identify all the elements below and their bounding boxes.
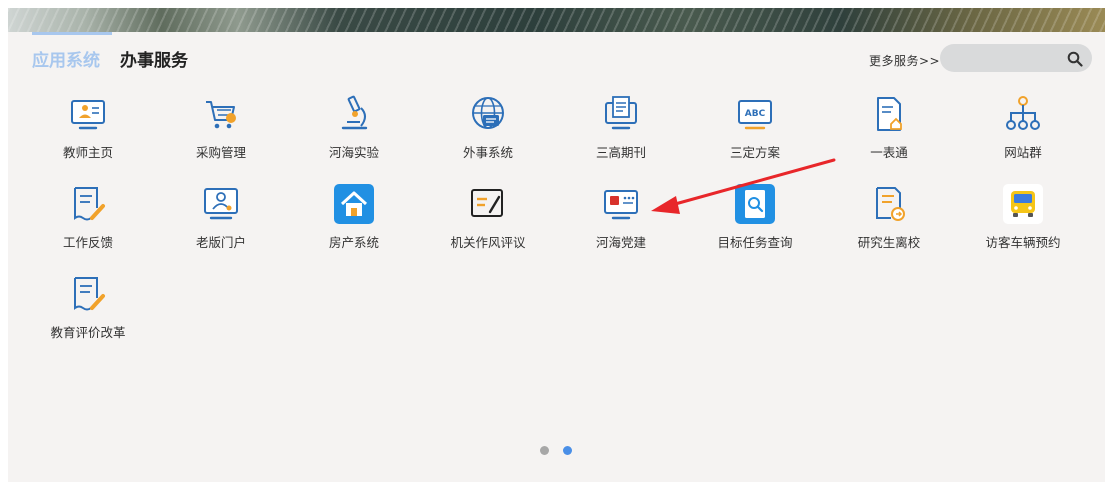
app-site-group[interactable]: 网站群 — [963, 94, 1083, 164]
app-foreign-affairs[interactable]: 外事系统 — [428, 94, 548, 164]
app-label: 三定方案 — [729, 145, 780, 160]
app-label: 河海党建 — [595, 235, 646, 250]
app-old-portal[interactable]: 老版门户 — [161, 184, 281, 254]
app-education-evaluation-reform[interactable]: 教育评价改革 — [28, 274, 148, 344]
review-pen-icon — [471, 189, 503, 217]
app-label: 工作反馈 — [62, 235, 113, 250]
document-home-icon — [877, 97, 902, 131]
app-hohai-party[interactable]: 河海党建 — [561, 184, 681, 254]
abc-board-icon: ABC — [738, 100, 772, 130]
svg-text:ABC: ABC — [745, 109, 766, 119]
app-three-plan[interactable]: ABC 三定方案 — [695, 94, 815, 164]
app-visitor-vehicle-booking[interactable]: 访客车辆预约 — [963, 184, 1083, 254]
microscope-icon — [341, 95, 368, 130]
teacher-home-icon — [71, 100, 105, 130]
app-label: 目标任务查询 — [717, 235, 793, 250]
app-label: 研究生离校 — [857, 235, 921, 250]
app-teacher-home[interactable]: 教师主页 — [28, 94, 148, 164]
app-graduate-leave[interactable]: 研究生离校 — [829, 184, 949, 254]
app-label: 采购管理 — [195, 145, 246, 160]
feedback-pen-icon — [74, 187, 105, 221]
page-dot-1[interactable] — [540, 446, 549, 455]
app-label: 三高期刊 — [595, 145, 646, 160]
app-label: 教师主页 — [62, 145, 113, 160]
app-hohai-lab[interactable]: 河海实验 — [294, 94, 414, 164]
portal-user-icon — [204, 188, 238, 220]
app-label: 外事系统 — [462, 145, 513, 160]
app-label: 河海实验 — [328, 145, 379, 160]
evaluation-pen-icon — [74, 277, 105, 311]
network-tree-icon — [1006, 96, 1040, 130]
house-icon — [334, 184, 374, 224]
app-work-feedback[interactable]: 工作反馈 — [28, 184, 148, 254]
party-monitor-icon — [604, 190, 638, 220]
app-housing[interactable]: 房产系统 — [294, 184, 414, 254]
search-document-icon — [735, 184, 775, 224]
app-label: 访客车辆预约 — [985, 235, 1061, 250]
page-dot-2-active[interactable] — [563, 446, 572, 455]
shopping-cart-icon — [206, 101, 236, 129]
app-agency-review[interactable]: 机关作风评议 — [428, 184, 548, 254]
app-label: 一表通 — [870, 145, 908, 160]
graduate-leave-icon — [876, 187, 905, 221]
app-label: 机关作风评议 — [450, 235, 526, 250]
app-goal-task-query[interactable]: 目标任务查询 — [695, 184, 815, 254]
globe-icon — [472, 97, 504, 129]
app-label: 房产系统 — [328, 235, 379, 250]
bus-icon — [1003, 184, 1043, 224]
portal-panel: 应用系统 办事服务 更多服务>> 教师主页 采购管理 河海实验 外事系统 三高期… — [8, 8, 1105, 482]
app-label: 教育评价改革 — [50, 325, 126, 340]
app-label: 网站群 — [1004, 145, 1042, 160]
app-journals[interactable]: 三高期刊 — [561, 94, 681, 164]
app-grid: 教师主页 采购管理 河海实验 外事系统 三高期刊 ABC 三定方案 一表通 网站… — [8, 8, 1105, 482]
app-label: 老版门户 — [195, 235, 246, 250]
journal-monitor-icon — [605, 96, 637, 130]
app-one-form[interactable]: 一表通 — [829, 94, 949, 164]
app-procurement[interactable]: 采购管理 — [161, 94, 281, 164]
